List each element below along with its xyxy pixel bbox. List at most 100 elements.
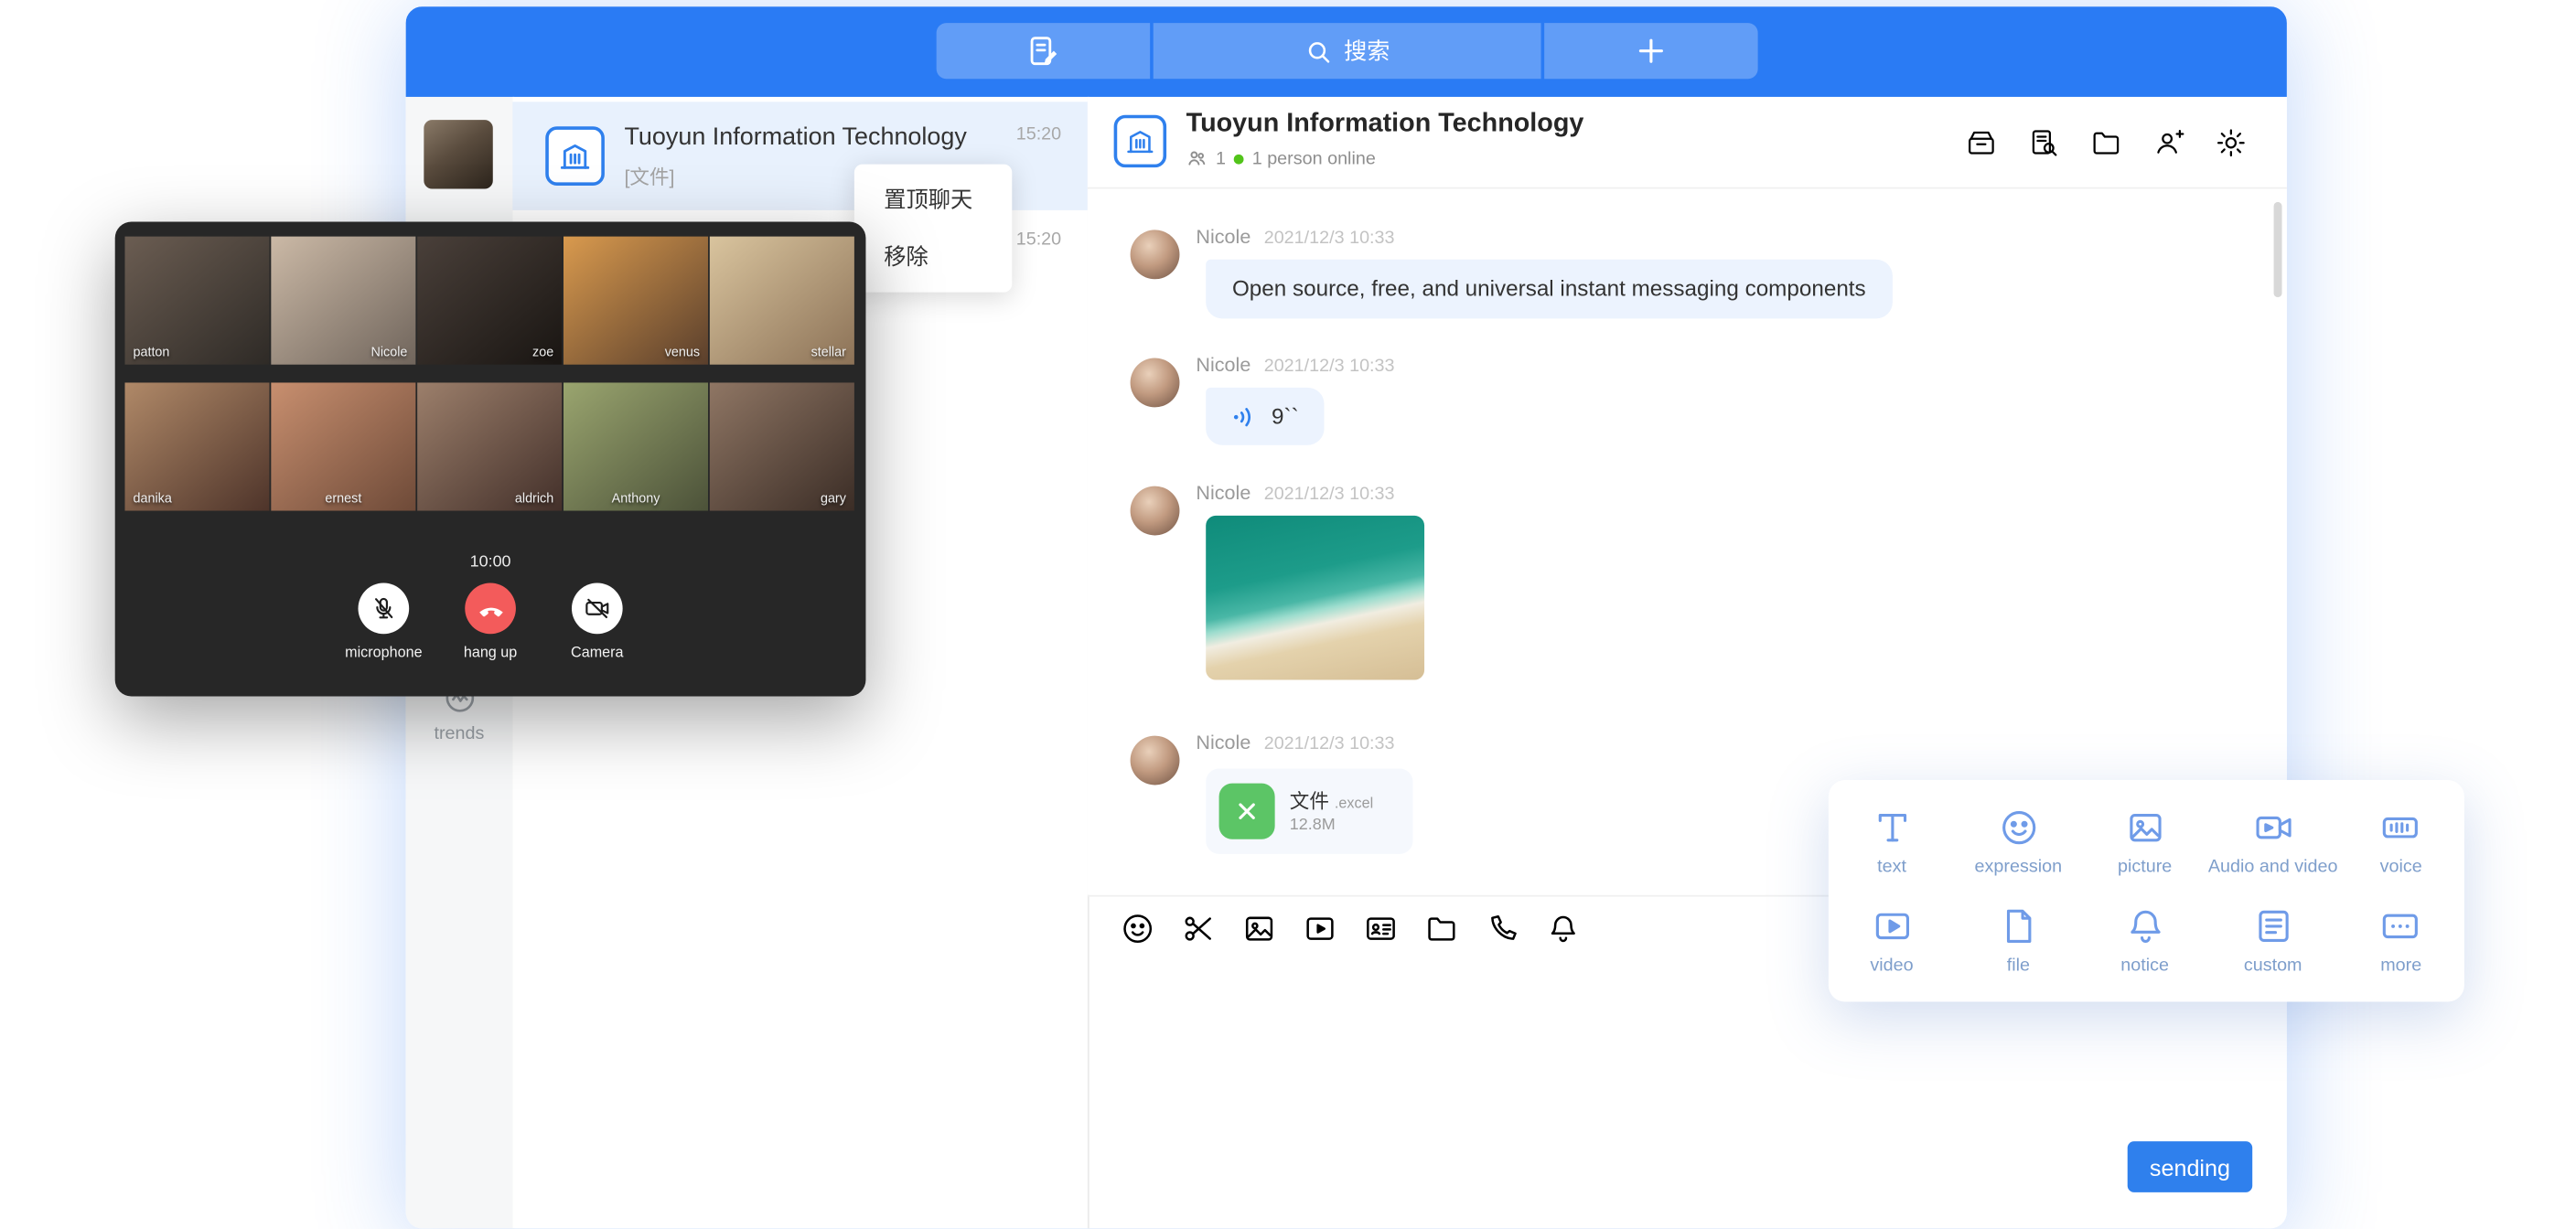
sender-avatar[interactable] (1131, 736, 1180, 785)
video-tile: Anthony (564, 382, 708, 510)
microphone-mute-button[interactable] (359, 583, 410, 635)
camera-toggle-button[interactable] (572, 583, 623, 635)
file-name: 文件 .excel (1290, 786, 1373, 815)
send-button[interactable]: sending (2128, 1141, 2252, 1192)
compose-icon (1025, 33, 1062, 69)
sender-avatar[interactable] (1131, 358, 1180, 408)
chat-title: Tuoyun Information Technology (1186, 110, 1584, 139)
conversation-time: 15:20 (1016, 230, 1061, 250)
context-menu: 置顶聊天 移除 (854, 165, 1012, 293)
custom-doc-icon (2251, 904, 2294, 947)
search-icon (1304, 37, 1333, 65)
participant-name: patton (133, 345, 169, 359)
emoji-icon[interactable] (1121, 912, 1155, 946)
panel-item-notice[interactable]: notice (2082, 891, 2208, 989)
file-size: 12.8M (1290, 817, 1336, 835)
message-time: 2021/12/3 10:33 (1264, 357, 1395, 377)
video-tile: gary (710, 382, 854, 510)
menu-item-pin-chat[interactable]: 置顶聊天 (854, 171, 1012, 229)
more-dots-icon (2379, 904, 2422, 947)
panel-item-expression[interactable]: expression (1955, 793, 2081, 891)
compose-button[interactable] (937, 23, 1150, 79)
expression-icon (1997, 807, 2040, 850)
online-dot (1234, 154, 1244, 164)
search-bar[interactable]: 搜索 (1154, 23, 1541, 79)
camera-label: Camera (571, 644, 623, 660)
panel-item-voice[interactable]: voice (2338, 793, 2464, 891)
group-files-icon[interactable] (2089, 126, 2122, 159)
panel-item-picture[interactable]: picture (2082, 793, 2208, 891)
user-avatar[interactable] (424, 120, 492, 188)
video-tile: stellar (710, 237, 854, 365)
mic-off-icon (370, 594, 398, 623)
online-status: 1 person online (1252, 149, 1376, 169)
screen: 搜索 (0, 0, 2576, 1228)
panel-item-text[interactable]: text (1829, 793, 1955, 891)
voice-wave-icon (1230, 401, 1260, 431)
chat-header-actions (1965, 126, 2248, 159)
conversation-title: Tuoyun Information Technology (624, 123, 966, 152)
message-type-panel: text expression picture (1829, 780, 2464, 1001)
participant-name: zoe (532, 345, 553, 359)
image-message-beach-photo[interactable] (1206, 516, 1424, 680)
call-timer: 10:00 (115, 553, 866, 572)
group-building-icon (1114, 115, 1166, 167)
hang-up-icon (476, 593, 505, 623)
audio-video-icon (2251, 807, 2294, 850)
group-building-icon (545, 126, 605, 186)
video-icon[interactable] (1303, 912, 1337, 946)
sender-avatar[interactable] (1131, 486, 1180, 536)
video-tile: patton (124, 237, 269, 365)
id-card-icon[interactable] (1364, 912, 1399, 946)
folder-icon[interactable] (1424, 912, 1459, 946)
video-tile: aldrich (417, 382, 562, 510)
bell-icon[interactable] (1546, 912, 1581, 946)
message-header: Nicole 2021/12/3 10:33 (1196, 481, 1394, 504)
image-icon[interactable] (1242, 912, 1277, 946)
participant-grid: patton Nicole zoe venus stellar danika e… (124, 237, 853, 511)
voice-duration: 9`` (1272, 404, 1299, 429)
camera-off-icon (584, 594, 612, 623)
participant-name: gary (821, 491, 846, 506)
notice-bell-icon (2123, 904, 2166, 947)
panel-item-audio-video[interactable]: Audio and video (2208, 793, 2338, 891)
topbar: 搜索 (406, 6, 2287, 97)
panel-item-more[interactable]: more (2338, 891, 2464, 989)
video-tile: zoe (417, 237, 562, 365)
chat-header: Tuoyun Information Technology 1 1 person… (1088, 97, 2287, 189)
participant-name: stellar (811, 345, 846, 359)
participant-name: Anthony (612, 491, 660, 506)
add-button[interactable] (1544, 23, 1757, 79)
members-icon (1186, 148, 1208, 169)
panel-item-file[interactable]: file (1955, 891, 2081, 989)
scissors-icon[interactable] (1181, 912, 1216, 946)
conversation-last-message: [文件] (624, 163, 674, 191)
menu-item-remove[interactable]: 移除 (854, 229, 1012, 286)
video-tile: danika (124, 382, 269, 510)
video-tile: ernest (271, 382, 415, 510)
settings-gear-icon[interactable] (2215, 126, 2248, 159)
hang-up-button[interactable] (465, 583, 516, 635)
chat-history-search-icon[interactable] (2027, 126, 2060, 159)
participant-name: venus (665, 345, 700, 359)
message-header: Nicole 2021/12/3 10:33 (1196, 731, 1394, 753)
microphone-label: microphone (345, 644, 422, 660)
text-icon (1871, 807, 1914, 850)
participant-name: ernest (325, 491, 361, 506)
participant-name: aldrich (515, 491, 553, 506)
add-member-icon[interactable] (2152, 126, 2185, 159)
hang-up-label: hang up (464, 644, 517, 660)
picture-icon (2123, 807, 2166, 850)
panel-item-video[interactable]: video (1829, 891, 1955, 989)
vote-box-icon[interactable] (1965, 126, 1998, 159)
voice-message-bubble[interactable]: 9`` (1206, 388, 1323, 445)
phone-icon[interactable] (1486, 912, 1520, 946)
scrollbar[interactable] (2274, 202, 2282, 297)
participant-name: danika (133, 491, 171, 506)
sender-avatar[interactable] (1131, 230, 1180, 279)
search-label: 搜索 (1344, 35, 1390, 68)
voice-icon (2379, 807, 2422, 850)
panel-item-custom[interactable]: custom (2208, 891, 2338, 989)
file-ext: .excel (1335, 795, 1373, 811)
file-message-card[interactable]: 文件 .excel 12.8M (1206, 768, 1412, 853)
